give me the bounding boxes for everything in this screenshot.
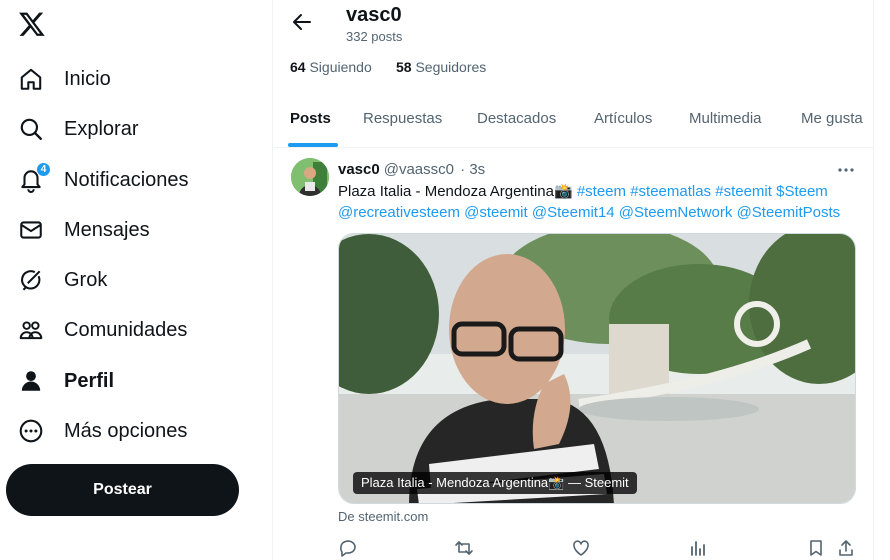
post-button[interactable]: Postear (6, 464, 239, 516)
share-icon[interactable] (836, 538, 856, 558)
x-logo-icon[interactable] (18, 10, 46, 38)
hashtag-link[interactable]: #steematlas (630, 183, 711, 200)
profile-name: vasc0 (346, 4, 402, 26)
followers-link[interactable]: 58 Seguidores (396, 59, 486, 75)
mail-icon (18, 217, 44, 243)
tab-articulos[interactable]: Artículos (594, 98, 652, 148)
sidebar-item-label: Explorar (64, 117, 139, 140)
views-icon[interactable] (688, 538, 708, 558)
person-icon (18, 368, 44, 394)
tweet-text: Plaza Italia - Mendoza Argentina📸 #steem… (338, 181, 858, 223)
sidebar-item-label: Inicio (64, 67, 111, 90)
mention-link[interactable]: @SteemNetwork (619, 204, 733, 221)
media-caption: Plaza Italia - Mendoza Argentina📸 — Stee… (353, 472, 637, 494)
sidebar: Inicio Explorar 4 Notificaciones Mensaje… (0, 0, 273, 560)
tweet-time[interactable]: · 3s (460, 161, 485, 178)
grok-icon (18, 267, 44, 293)
tab-destacados[interactable]: Destacados (477, 98, 556, 148)
sidebar-item-explorar[interactable]: Explorar (18, 111, 138, 147)
people-icon (18, 317, 44, 343)
main-column: vasc0 332 posts 64 Siguiendo 58 Seguidor… (274, 0, 874, 560)
sidebar-item-grok[interactable]: Grok (18, 262, 107, 298)
sidebar-item-label: Notificaciones (64, 168, 189, 191)
mention-link[interactable]: @SteemitPosts (737, 204, 841, 221)
search-icon (18, 116, 44, 142)
home-icon (18, 66, 44, 92)
tweet-author-handle[interactable]: @vaassc0 (384, 161, 454, 178)
hashtag-link[interactable]: #steem (577, 183, 626, 200)
sidebar-item-perfil[interactable]: Perfil (18, 363, 114, 399)
tab-respuestas[interactable]: Respuestas (363, 98, 442, 148)
sidebar-item-comunidades[interactable]: Comunidades (18, 312, 187, 348)
tab-multimedia[interactable]: Multimedia (689, 98, 762, 148)
sidebar-item-label: Perfil (64, 369, 115, 392)
sidebar-item-label: Mensajes (64, 218, 150, 241)
mention-link[interactable]: @steemit (464, 204, 528, 221)
sidebar-item-mas-opciones[interactable]: Más opciones (18, 413, 187, 449)
sidebar-item-label: Más opciones (64, 419, 188, 442)
sidebar-item-inicio[interactable]: Inicio (18, 61, 111, 97)
more-circle-icon (18, 418, 44, 444)
reply-icon[interactable] (338, 538, 358, 558)
mention-link[interactable]: @recreativesteem (338, 204, 460, 221)
back-arrow-icon[interactable] (290, 10, 314, 34)
sidebar-item-label: Comunidades (64, 318, 188, 341)
followers-count: 58 (396, 59, 412, 75)
bell-icon: 4 (18, 162, 51, 193)
profile-tabs: Posts Respuestas Destacados Artículos Mu… (274, 98, 874, 148)
tweet-author: vasc0 @vaassc0 · 3s (338, 161, 485, 178)
notification-badge: 4 (36, 162, 51, 177)
active-tab-indicator (288, 143, 338, 147)
posts-count: 332 posts (346, 29, 403, 44)
repost-icon[interactable] (454, 538, 474, 558)
sidebar-item-notificaciones[interactable]: 4 Notificaciones (18, 162, 189, 198)
followers-label: Seguidores (415, 59, 487, 75)
bookmark-icon[interactable] (806, 538, 826, 558)
following-label: Siguiendo (309, 59, 372, 75)
media-photo (339, 234, 855, 503)
more-options-icon[interactable] (836, 160, 856, 180)
avatar[interactable] (291, 158, 329, 196)
mention-link[interactable]: @Steemit14 (532, 204, 615, 221)
cashtag-link[interactable]: $Steem (776, 183, 828, 200)
tweet-body: Plaza Italia - Mendoza Argentina📸 (338, 183, 573, 200)
tweet-media-card[interactable]: Plaza Italia - Mendoza Argentina📸 — Stee… (338, 233, 856, 504)
sidebar-item-mensajes[interactable]: Mensajes (18, 212, 150, 248)
card-source[interactable]: De steemit.com (338, 509, 428, 524)
following-count: 64 (290, 59, 306, 75)
following-link[interactable]: 64 Siguiendo (290, 59, 372, 75)
sidebar-item-label: Grok (64, 268, 108, 291)
like-icon[interactable] (571, 538, 591, 558)
tab-me-gusta[interactable]: Me gusta (801, 98, 863, 148)
hashtag-link[interactable]: #steemit (715, 183, 772, 200)
tab-posts[interactable]: Posts (290, 98, 331, 148)
tweet-author-name[interactable]: vasc0 (338, 161, 380, 178)
